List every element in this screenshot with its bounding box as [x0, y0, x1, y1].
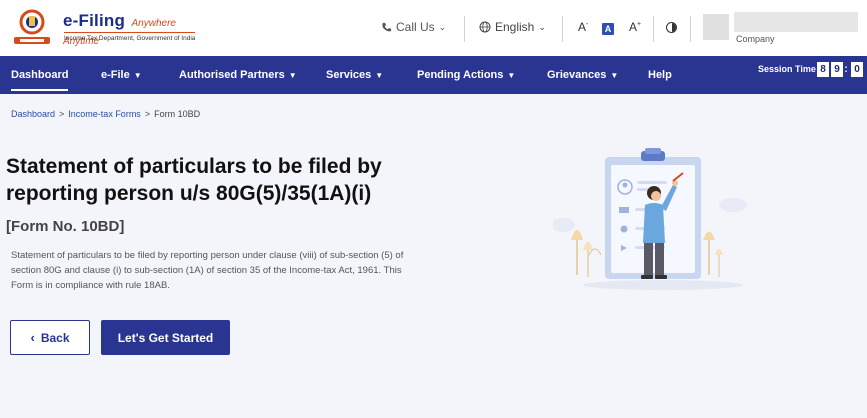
page-title: Statement of particulars to be filed by … — [6, 155, 382, 205]
globe-icon — [479, 21, 491, 33]
brand-subtitle: Income Tax Department, Government of Ind… — [64, 32, 196, 42]
get-started-button[interactable]: Let's Get Started — [101, 320, 230, 355]
brand-name: e-Filing — [63, 11, 126, 30]
form-description: Statement of particulars to be filed by … — [11, 250, 404, 291]
nav-services[interactable]: Services ▼ — [326, 56, 383, 94]
chevron-down-icon: ▼ — [375, 70, 384, 80]
session-digit: 0 — [851, 62, 863, 77]
contrast-icon[interactable] — [666, 22, 677, 33]
breadcrumb-dashboard[interactable]: Dashboard — [11, 109, 55, 119]
font-increase-button[interactable]: A+ — [629, 20, 641, 34]
session-time-label: Session Time — [758, 64, 816, 74]
nav-help[interactable]: Help — [648, 56, 672, 94]
chevron-down-icon: ▼ — [133, 70, 142, 80]
emblem-icon — [14, 9, 50, 44]
efiling-logo[interactable]: e-Filing Anywhere Anytime Income Tax Dep… — [8, 7, 208, 47]
chevron-left-icon: ‹ — [30, 330, 35, 345]
session-digit: 9 — [831, 62, 843, 77]
font-default-button[interactable]: A — [602, 23, 614, 35]
phone-icon — [382, 22, 392, 31]
chevron-down-icon: ⌄ — [438, 21, 447, 32]
back-button-label: Back — [40, 330, 70, 345]
session-digit: 8 — [817, 62, 829, 77]
chevron-down-icon: ▼ — [610, 70, 619, 80]
form-illustration — [553, 148, 747, 290]
divider — [562, 16, 563, 42]
breadcrumb-current: Form 10BD — [154, 109, 201, 119]
breadcrumb-separator: > — [144, 109, 151, 119]
top-header: e-Filing Anywhere Anytime Income Tax Dep… — [0, 0, 867, 56]
language-label: English — [495, 20, 535, 34]
main-nav: Dashboard e-File ▼ Authorised Partners ▼ S… — [0, 56, 867, 94]
session-separator: : — [844, 64, 848, 75]
avatar[interactable] — [703, 14, 729, 40]
divider — [653, 16, 654, 42]
divider — [690, 16, 691, 42]
nav-authorised-partners[interactable]: Authorised Partners ▼ — [179, 56, 297, 94]
call-us-label: Call Us — [396, 20, 435, 34]
form-number: [Form No. 10BD] — [6, 218, 125, 235]
user-role-label: Company — [736, 34, 775, 44]
breadcrumb-separator: > — [59, 109, 65, 119]
nav-efile[interactable]: e-File ▼ — [101, 56, 142, 94]
chevron-down-icon: ▼ — [507, 70, 516, 80]
nav-pending-actions[interactable]: Pending Actions ▼ — [417, 56, 515, 94]
back-button[interactable]: ‹ Back — [10, 320, 90, 355]
chevron-down-icon: ▼ — [288, 70, 297, 80]
call-us-dropdown[interactable]: Call Us ⌄ — [381, 20, 446, 34]
font-decrease-button[interactable]: A- — [578, 20, 588, 34]
nav-grievances[interactable]: Grievances ▼ — [547, 56, 618, 94]
language-dropdown[interactable]: English ⌄ — [479, 20, 546, 34]
user-name-redacted[interactable] — [734, 12, 858, 32]
get-started-label: Let's Get Started — [117, 330, 214, 345]
nav-dashboard[interactable]: Dashboard — [11, 56, 69, 94]
divider — [464, 16, 465, 42]
breadcrumb: Dashboard > Income-tax Forms > Form 10BD — [11, 109, 200, 119]
chevron-down-icon: ⌄ — [538, 21, 546, 32]
breadcrumb-income-tax-forms[interactable]: Income-tax Forms — [68, 109, 141, 119]
